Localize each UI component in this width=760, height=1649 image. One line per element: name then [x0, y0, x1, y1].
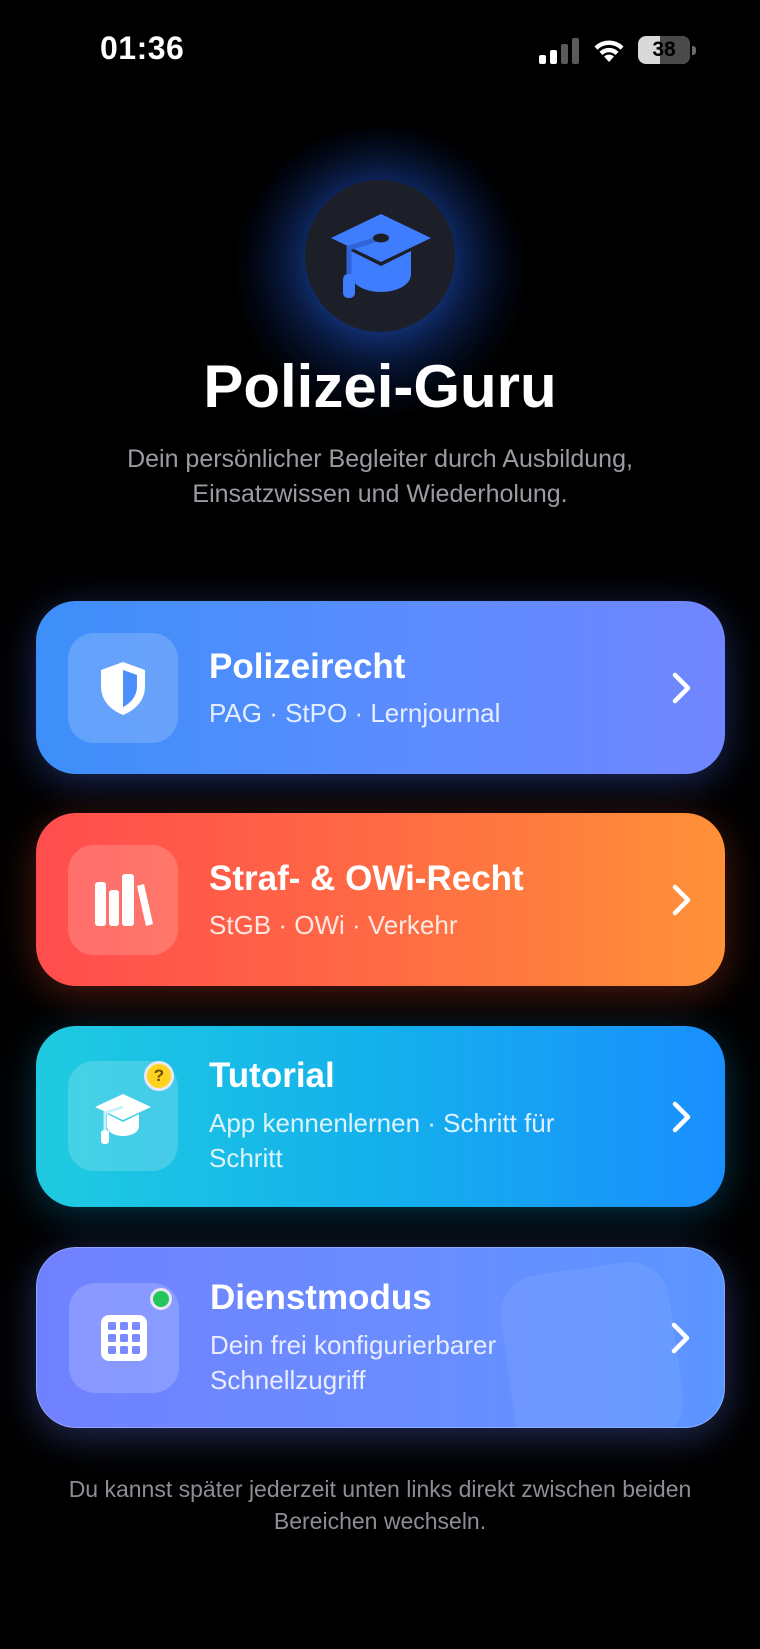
card-subtitle: PAG · StPO · Lernjournal [209, 698, 501, 728]
chevron-right-icon [669, 1099, 695, 1135]
card-title: Straf- & OWi-Recht [209, 859, 524, 898]
mode-selection-screen: 01:36 38 Polizei-Guru Dein persönlicher … [0, 0, 760, 1649]
card-title: Polizeirecht [209, 647, 406, 686]
battery-level: 38 [652, 38, 676, 61]
graduation-cap-icon [305, 180, 455, 332]
card-subtitle: App kennenlernen · Schritt für Schritt [209, 1108, 555, 1173]
app-title: Polizei-Guru [203, 353, 557, 420]
footer-note: Du kannst später jederzeit unten links d… [68, 1476, 692, 1534]
status-dot [150, 1288, 172, 1310]
status-time: 01:36 [100, 30, 185, 66]
shield-icon [101, 662, 145, 715]
question-badge: ? [144, 1061, 174, 1091]
battery-icon: 38 [638, 36, 696, 64]
graduation-cap-icon [95, 1094, 151, 1144]
straf-owi-recht-card[interactable]: Straf- & OWi-Recht StGB · OWi · Verkehr [36, 813, 725, 986]
books-icon [95, 874, 153, 926]
cellular-signal-icon [539, 38, 579, 64]
card-icon-tile [68, 633, 178, 743]
grid-calculator-icon [101, 1315, 147, 1361]
polizeirecht-card[interactable]: Polizeirecht PAG · StPO · Lernjournal [36, 601, 725, 774]
card-title: Tutorial [209, 1056, 335, 1095]
chevron-right-icon [669, 882, 695, 918]
dienstmodus-card[interactable]: Dienstmodus Dein frei konfigurierbarer S… [36, 1247, 725, 1428]
tutorial-card[interactable]: ? Tutorial App kennenlernen · Schritt fü… [36, 1026, 725, 1207]
card-subtitle: StGB · OWi · Verkehr [209, 910, 458, 940]
card-subtitle: Dein frei konfigurierbarer Schnellzugrif… [210, 1330, 497, 1395]
card-title: Dienstmodus [210, 1278, 432, 1317]
chevron-right-icon [669, 670, 695, 706]
chevron-right-icon [668, 1320, 694, 1356]
card-icon-tile [68, 845, 178, 955]
wifi-icon [591, 36, 627, 64]
app-subtitle: Dein persönlicher Begleiter durch Ausbil… [127, 445, 633, 508]
status-bar: 01:36 38 [0, 0, 760, 100]
